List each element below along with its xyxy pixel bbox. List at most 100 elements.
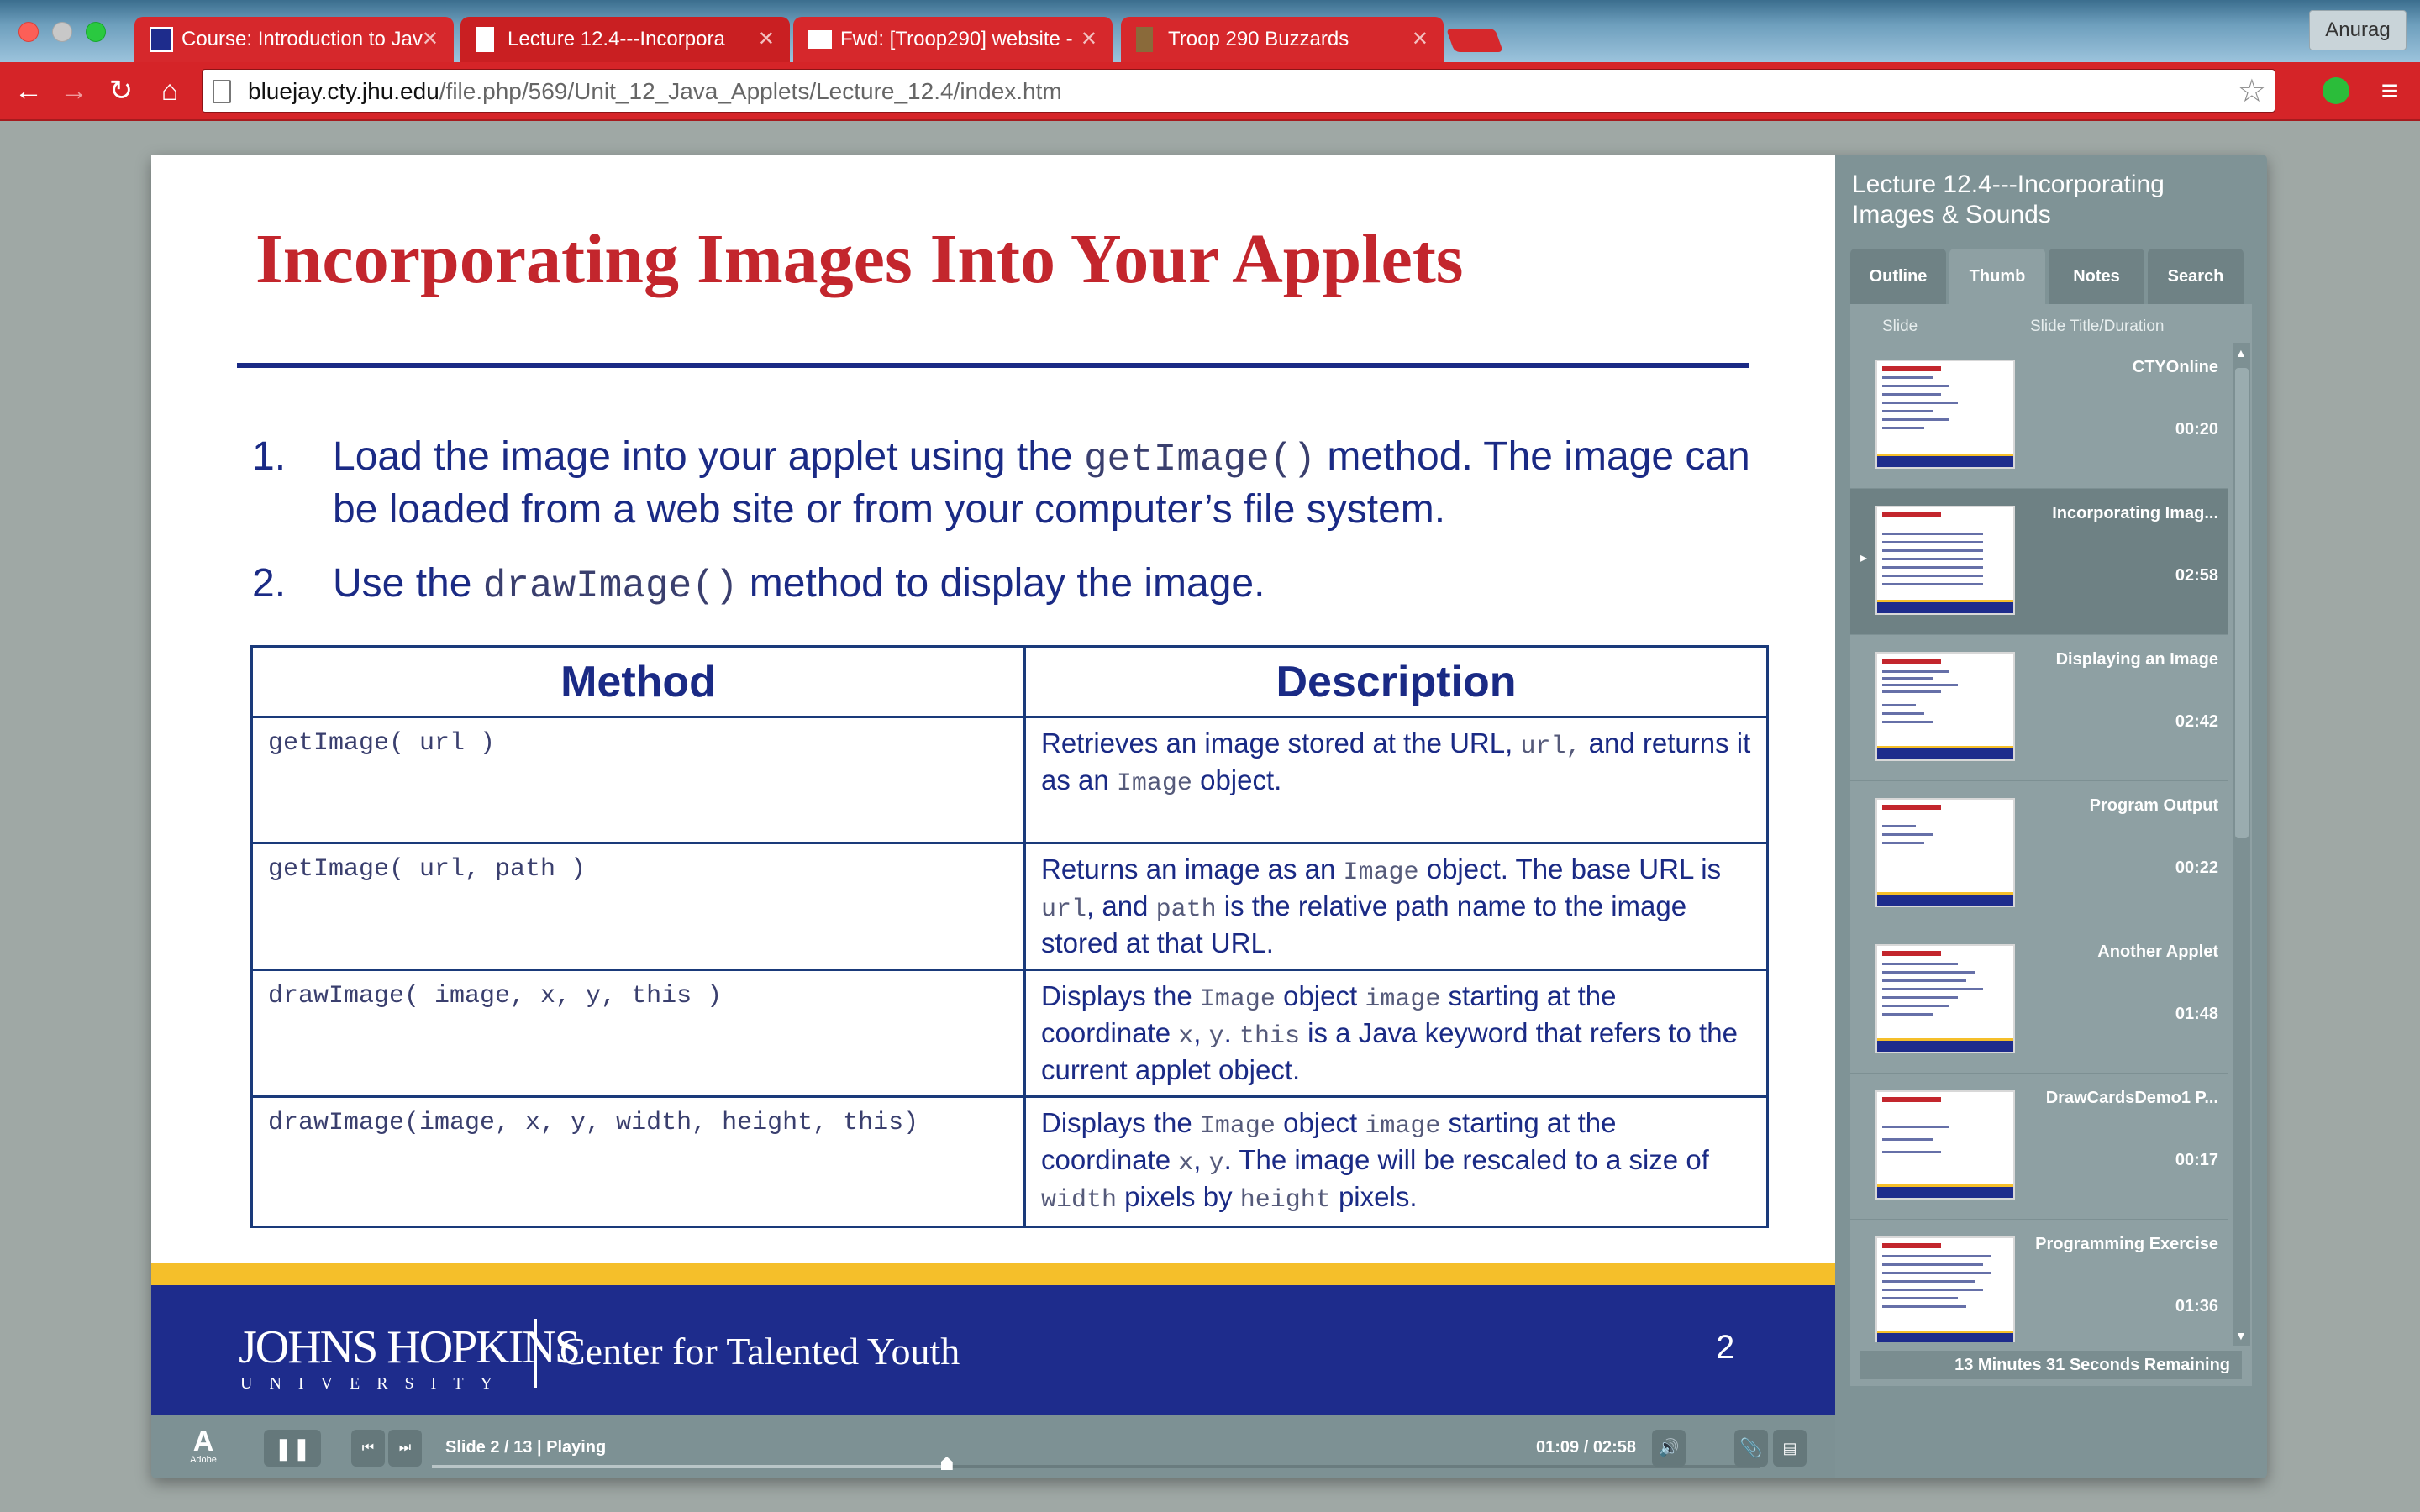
url-path: /file.php/569/Unit_12_Java_Applets/Lectu… xyxy=(439,78,1062,104)
thumbnail-title-bar xyxy=(1882,659,1941,664)
playback-status: Slide 2 / 13 | Playing xyxy=(445,1438,607,1457)
paperclip-icon: 📎 xyxy=(1739,1437,1763,1458)
thumbnail-title: Program Output xyxy=(2089,796,2218,815)
sidebar-title: Lecture 12.4---Incorporating Images & So… xyxy=(1852,171,2165,228)
description-text: Displays the xyxy=(1041,1107,1200,1138)
slide-thumbnail-item[interactable]: Program Output 00:22 xyxy=(1850,781,2228,927)
new-tab-button[interactable] xyxy=(1445,29,1504,52)
reload-icon[interactable]: ↻ xyxy=(104,74,138,108)
address-bar[interactable]: bluejay.cty.jhu.edu/file.php/569/Unit_12… xyxy=(202,69,2275,113)
tab-course-intro[interactable]: Course: Introduction to Jav ✕ xyxy=(134,17,454,62)
tab-label: Fwd: [Troop290] website - xyxy=(840,28,1073,50)
description-text: object. The base URL is xyxy=(1418,853,1722,885)
thumbnail-text-line xyxy=(1882,996,1958,999)
close-icon[interactable]: ✕ xyxy=(422,17,439,62)
slide-thumbnail-image xyxy=(1876,360,2015,469)
speaker-icon: 🔊 xyxy=(1658,1439,1680,1457)
table-row: getImage( url, path ) Returns an image as… xyxy=(250,842,1769,971)
slide-thumbnail-item[interactable]: Programming Exercise 01:36 xyxy=(1850,1220,2228,1342)
next-slide-button[interactable]: ⏭ xyxy=(388,1430,422,1467)
progress-bar[interactable] xyxy=(432,1457,1760,1470)
inline-code: this xyxy=(1239,1022,1301,1051)
description-text: . The image will be rescaled to a size o… xyxy=(1223,1144,1709,1175)
back-arrow-icon[interactable]: ← xyxy=(12,74,45,108)
method-signature: drawImage( image, x, y, this ) xyxy=(250,969,1026,1098)
volume-button[interactable]: 🔊 xyxy=(1652,1430,1686,1467)
scrollbar-thumb[interactable] xyxy=(2235,368,2249,838)
thumbnail-text-line xyxy=(1882,833,1933,836)
inline-code: path xyxy=(1155,895,1217,924)
jhu-cty-favicon-icon xyxy=(150,27,173,52)
column-header-title-duration: Slide Title/Duration xyxy=(2030,318,2165,335)
sidebar-scrollbar[interactable]: ▲ ▼ xyxy=(2233,343,2250,1346)
column-header-slide: Slide xyxy=(1882,318,1918,335)
slide-thumbnail-item[interactable]: CTYOnline 00:20 xyxy=(1850,343,2228,489)
method-signature: drawImage(image, x, y, width, height, th… xyxy=(250,1095,1026,1228)
bookmark-star-icon[interactable]: ☆ xyxy=(2238,73,2266,110)
tab-troop-290-buzzards[interactable]: Troop 290 Buzzards ✕ xyxy=(1121,17,1444,62)
slide-thumbnail-item[interactable]: Another Applet 01:48 xyxy=(1850,927,2228,1074)
skip-forward-icon: ⏭ xyxy=(398,1441,412,1455)
column-header-description: Description xyxy=(1023,645,1769,718)
bullet-code: drawImage() xyxy=(482,564,739,608)
thumbnail-text-line xyxy=(1882,549,1983,552)
pause-button[interactable]: ❚❚ xyxy=(264,1430,321,1467)
progress-fill xyxy=(432,1465,947,1468)
thumbnail-text-line xyxy=(1882,1005,1949,1007)
gmail-icon xyxy=(808,30,832,49)
tab-notes[interactable]: Notes xyxy=(2049,249,2144,304)
slide-footer: JOHNS HOPKINS UNIVERSITY Center for Tale… xyxy=(151,1285,1835,1415)
slide-canvas: Incorporating Images Into Your Applets 1… xyxy=(151,155,1835,1415)
profile-button[interactable]: Anurag xyxy=(2309,10,2407,50)
window-zoom-button[interactable] xyxy=(86,22,106,42)
thumbnail-title: Incorporating Imag... xyxy=(2052,504,2218,522)
previous-slide-button[interactable]: ⏮ xyxy=(351,1430,385,1467)
thumbnail-text-line xyxy=(1882,704,1916,706)
thumbnail-duration: 01:48 xyxy=(2175,1005,2218,1023)
thumbnail-title-bar xyxy=(1882,366,1941,371)
tab-label: Lecture 12.4---Incorpora xyxy=(508,28,725,50)
attachments-button[interactable]: 📎 xyxy=(1734,1430,1768,1467)
scroll-down-arrow-icon[interactable]: ▼ xyxy=(2235,1329,2247,1342)
slide-thumbnail-item[interactable]: DrawCardsDemo1 P... 00:17 xyxy=(1850,1074,2228,1220)
close-icon[interactable]: ✕ xyxy=(1412,17,1428,62)
forward-arrow-icon[interactable]: → xyxy=(57,74,91,108)
tab-thumb[interactable]: Thumb xyxy=(1949,249,2045,304)
thumbnail-text-line xyxy=(1882,1138,1933,1141)
window-close-button[interactable] xyxy=(18,22,39,42)
scroll-up-arrow-icon[interactable]: ▲ xyxy=(2235,346,2247,360)
jhu-name: JOHNS HOPKINS xyxy=(239,1321,581,1373)
thumbnail-text-line xyxy=(1882,1126,1949,1128)
layout-toggle-button[interactable]: ▤ xyxy=(1773,1430,1807,1467)
tab-search[interactable]: Search xyxy=(2148,249,2244,304)
tab-lecture-12-4[interactable]: Lecture 12.4---Incorpora ✕ xyxy=(460,17,790,62)
progress-scrubber[interactable] xyxy=(940,1457,953,1470)
tab-outline[interactable]: Outline xyxy=(1850,249,1946,304)
hamburger-menu-icon[interactable]: ≡ xyxy=(2375,74,2405,108)
bullet-item: 1. Load the image into your applet using … xyxy=(252,432,1781,535)
thumbnail-title: Programming Exercise xyxy=(2035,1235,2218,1253)
home-icon[interactable]: ⌂ xyxy=(153,74,187,108)
thumbnail-text-line xyxy=(1882,558,1983,560)
url-text[interactable]: bluejay.cty.jhu.edu/file.php/569/Unit_12… xyxy=(248,70,1062,113)
thumbnail-title-bar xyxy=(1882,512,1941,517)
thumbnail-text-line xyxy=(1882,712,1924,715)
slide-thumbnail-item[interactable]: Displaying an Image 02:42 xyxy=(1850,635,2228,781)
adobe-logo-text: Adobe xyxy=(190,1455,217,1465)
close-icon[interactable]: ✕ xyxy=(1081,17,1097,62)
bullet-item: 2. Use the drawImage() method to display … xyxy=(252,559,1781,612)
thumbnail-text-line xyxy=(1882,963,1958,965)
close-icon[interactable]: ✕ xyxy=(758,17,775,62)
slide-thumbnail-item[interactable]: ▸ Incorporating Imag... 02:58 xyxy=(1850,489,2228,635)
thumbnail-text-line xyxy=(1882,410,1933,412)
inline-code: y xyxy=(1208,1022,1224,1051)
skip-back-icon: ⏮ xyxy=(361,1441,375,1455)
table-row: drawImage(image, x, y, width, height, th… xyxy=(250,1095,1769,1228)
adobe-logo: A Adobe xyxy=(185,1427,222,1468)
playback-bar: A Adobe ❚❚ ⏮ ⏭ Slide 2 / 13 | Playing 01… xyxy=(151,1415,1835,1478)
thumbnail-text-line xyxy=(1882,427,1924,429)
thumbnail-title: CTYOnline xyxy=(2132,358,2218,376)
window-minimize-button[interactable] xyxy=(52,22,72,42)
tab-gmail-troop290[interactable]: Fwd: [Troop290] website - ✕ xyxy=(793,17,1113,62)
extension-icon[interactable] xyxy=(2323,77,2349,104)
